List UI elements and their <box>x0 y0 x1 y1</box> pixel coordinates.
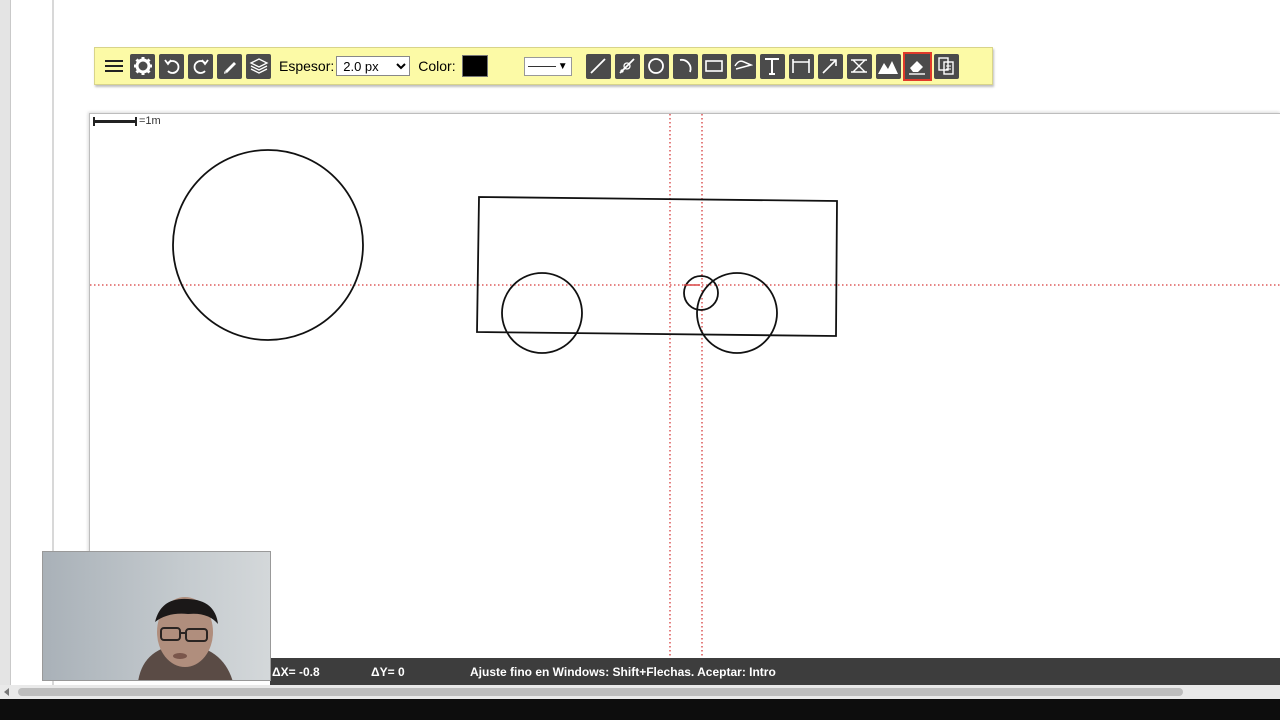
webcam-video <box>43 552 270 680</box>
scale-label: =1m <box>139 115 161 127</box>
scroll-thumb[interactable] <box>18 688 1183 696</box>
wheel-circle-right[interactable] <box>696 272 778 354</box>
delta-y-readout: ΔY= 0 <box>371 664 405 679</box>
scale-bar-line <box>93 116 137 126</box>
webcam-overlay <box>42 551 271 681</box>
taskbar-strip <box>0 699 1280 720</box>
horizontal-scrollbar[interactable] <box>0 685 1280 699</box>
large-circle-shape[interactable] <box>172 149 364 341</box>
delta-x-readout: ΔX= -0.8 <box>272 664 320 679</box>
scroll-left-icon[interactable] <box>4 688 9 696</box>
status-hint: Ajuste fino en Windows: Shift+Flechas. A… <box>470 664 776 679</box>
rectangle-shape[interactable] <box>476 196 838 337</box>
small-circle-shape[interactable] <box>683 275 719 311</box>
status-bar: ΔX= -0.8 ΔY= 0 Ajuste fino en Windows: S… <box>270 658 1280 685</box>
scale-indicator: =1m <box>93 115 161 127</box>
